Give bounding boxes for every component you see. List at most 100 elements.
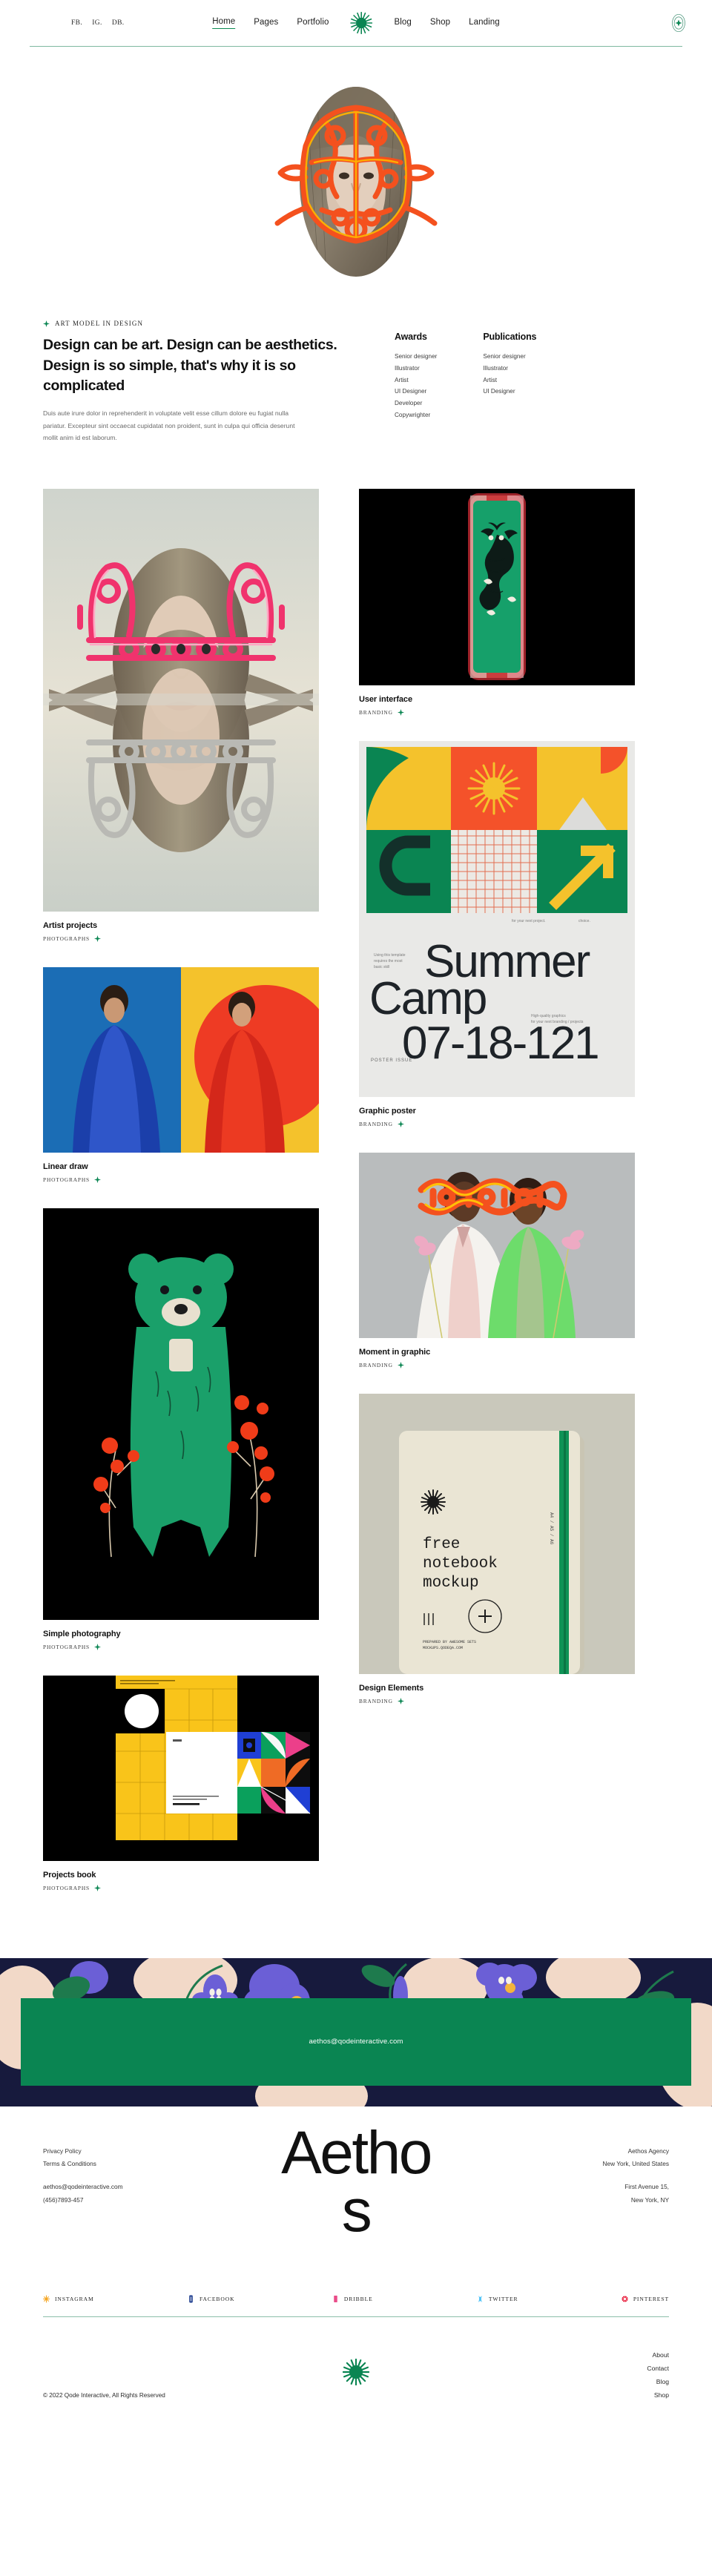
nav-item-shop[interactable]: Shop <box>430 18 450 29</box>
header-actions <box>669 13 688 33</box>
poster-note-left-2: requires the most <box>374 959 403 963</box>
list-item: Developer <box>395 400 423 406</box>
portfolio-item-category: BRANDING <box>359 708 393 716</box>
footer-phone[interactable]: (456)7893-457 <box>43 2194 214 2207</box>
portfolio-item-meta: PHOTOGRAPHS <box>43 1884 319 1891</box>
nav-item-home[interactable]: Home <box>212 17 236 29</box>
footer-right-block: Aethos Agency New York, United States Fi… <box>498 2145 669 2207</box>
portfolio-image <box>43 488 319 912</box>
portfolio-item-title: Design Elements <box>359 1683 424 1693</box>
footer-link-blog[interactable]: Blog <box>647 2378 669 2385</box>
star-icon <box>397 708 404 716</box>
footer-company-name: Aethos Agency <box>627 2147 669 2155</box>
portfolio-image <box>43 966 319 1153</box>
star-icon <box>94 1884 102 1891</box>
notebook-side-label: A4 / A5 / A6 <box>549 1512 554 1545</box>
twitter-icon <box>478 2295 483 2302</box>
social-link-twitter[interactable]: TWITTER <box>477 2295 622 2303</box>
portfolio-item-category: PHOTOGRAPHS <box>43 1643 90 1650</box>
star-icon <box>94 935 102 942</box>
notebook-line-2: notebook <box>423 1555 498 1572</box>
social-label: PINTEREST <box>633 2295 669 2302</box>
portfolio-item-title: Linear draw <box>43 1162 88 1171</box>
portfolio-item-graphic-poster[interactable]: for your next project. choice. Using thi… <box>359 740 635 1127</box>
footer-top-row: Privacy Policy Terms & Conditions aethos… <box>43 2122 669 2241</box>
starburst-icon[interactable] <box>350 12 373 34</box>
portfolio-item-moment-in-graphic[interactable]: Moment in graphic BRANDING <box>359 1152 635 1368</box>
awards-list: Senior designer Illustrator Artist UI De… <box>395 351 437 421</box>
nav-item-pages[interactable]: Pages <box>254 18 278 29</box>
nav-item-portfolio[interactable]: Portfolio <box>297 18 329 29</box>
nav-item-blog[interactable]: Blog <box>394 18 411 29</box>
header-divider <box>30 46 682 47</box>
site-header: FB. IG. DB. Home Pages Portfolio Blog Sh… <box>0 0 712 46</box>
footer-link-privacy[interactable]: Privacy Policy <box>43 2145 214 2158</box>
notebook-footer-2: MOCKUPS.QODEQA.COM <box>423 1646 463 1650</box>
poster-line-2: Camp <box>369 973 486 1024</box>
dribbble-icon <box>334 2295 337 2302</box>
star-icon <box>94 1643 102 1650</box>
portfolio-image: for your next project. choice. Using thi… <box>359 740 635 1097</box>
starburst-icon[interactable] <box>343 2358 369 2385</box>
nav-item-landing[interactable]: Landing <box>469 18 500 29</box>
social-link-db[interactable]: DB. <box>112 19 125 27</box>
social-link-pinterest[interactable]: PINTEREST <box>622 2295 669 2303</box>
social-label: FACEBOOK <box>199 2295 235 2302</box>
footer-bottom-row: © 2022 Qode Interactive, All Rights Rese… <box>43 2317 669 2428</box>
portfolio-item-meta: BRANDING <box>359 1120 635 1127</box>
footer-brand-text: Aethos <box>281 2118 432 2245</box>
facebook-icon <box>189 2295 193 2303</box>
intro-text-block: ART MODEL IN DESIGN Design can be art. D… <box>43 320 355 444</box>
list-item: Senior designer <box>395 353 438 360</box>
circle-star-icon[interactable] <box>669 13 688 33</box>
intro-body-text: Duis aute irure dolor in reprehenderit i… <box>43 409 295 442</box>
list-item: Artist <box>483 376 498 383</box>
portfolio-item-category: PHOTOGRAPHS <box>43 935 90 942</box>
portfolio-item-meta: BRANDING <box>359 708 635 716</box>
list-item: Copywrighter <box>395 411 431 418</box>
portfolio-item-projects-book[interactable]: Projects book PHOTOGRAPHS <box>43 1675 319 1891</box>
portfolio-item-linear-draw[interactable]: Linear draw PHOTOGRAPHS <box>43 966 319 1183</box>
portfolio-item-title: Moment in graphic <box>359 1347 431 1357</box>
list-item: UI Designer <box>483 388 515 395</box>
portfolio-item-meta: BRANDING <box>359 1361 635 1368</box>
awards-column: Awards Senior designer Illustrator Artis… <box>395 332 437 444</box>
portfolio-item-category: BRANDING <box>359 1697 393 1704</box>
poster-note-left-3: basic skill <box>374 965 389 969</box>
portfolio-image <box>43 1208 319 1620</box>
list-item: Senior designer <box>483 353 526 360</box>
star-icon <box>43 320 50 327</box>
social-link-dribbble[interactable]: DRIBBLE <box>332 2295 477 2303</box>
portfolio-item-user-interface[interactable]: User interface BRANDING <box>359 488 635 716</box>
social-link-instagram[interactable]: INSTAGRAM <box>43 2295 188 2303</box>
footer-link-contact[interactable]: Contact <box>647 2365 669 2372</box>
footer-link-shop[interactable]: Shop <box>647 2391 669 2399</box>
star-icon <box>397 1361 404 1368</box>
intro-eyebrow-label: ART MODEL IN DESIGN <box>55 320 144 327</box>
awards-title: Awards <box>395 332 427 342</box>
contact-banner-section: aethos@qodeinteractive.com <box>0 1957 712 2106</box>
notebook-footer-1: PREPARED BY AWESOME SETS <box>423 1640 476 1644</box>
footer-link-about[interactable]: About <box>647 2351 669 2359</box>
portfolio-item-simple-photography[interactable]: Simple photography PHOTOGRAPHS <box>43 1208 319 1650</box>
portfolio-item-artist-projects[interactable]: Artist projects PHOTOGRAPHS <box>43 488 319 942</box>
portfolio-item-title: Artist projects <box>43 920 98 930</box>
footer-email[interactable]: aethos@qodeinteractive.com <box>43 2181 214 2194</box>
poster-note-left-1: Using this template <box>374 953 406 958</box>
social-link-ig[interactable]: IG. <box>92 19 102 27</box>
notebook-line-1: free <box>423 1536 460 1553</box>
portfolio-item-design-elements[interactable]: free notebook mockup PREPARED BY AWESOME… <box>359 1393 635 1704</box>
notebook-line-3: mockup <box>423 1575 479 1592</box>
contact-email-link[interactable]: aethos@qodeinteractive.com <box>309 2038 403 2046</box>
footer-link-terms[interactable]: Terms & Conditions <box>43 2158 214 2171</box>
social-link-fb[interactable]: FB. <box>71 19 82 27</box>
portfolio-column-left: Artist projects PHOTOGRAPHS Linear draw … <box>43 488 319 1917</box>
list-item: Artist <box>395 376 409 383</box>
publications-list: Senior designer Illustrator Artist UI De… <box>483 351 536 398</box>
portfolio-item-meta: PHOTOGRAPHS <box>43 935 319 942</box>
social-label: INSTAGRAM <box>55 2295 94 2302</box>
footer-address-line-1: First Avenue 15, <box>624 2183 669 2191</box>
social-link-facebook[interactable]: FACEBOOK <box>188 2295 332 2303</box>
